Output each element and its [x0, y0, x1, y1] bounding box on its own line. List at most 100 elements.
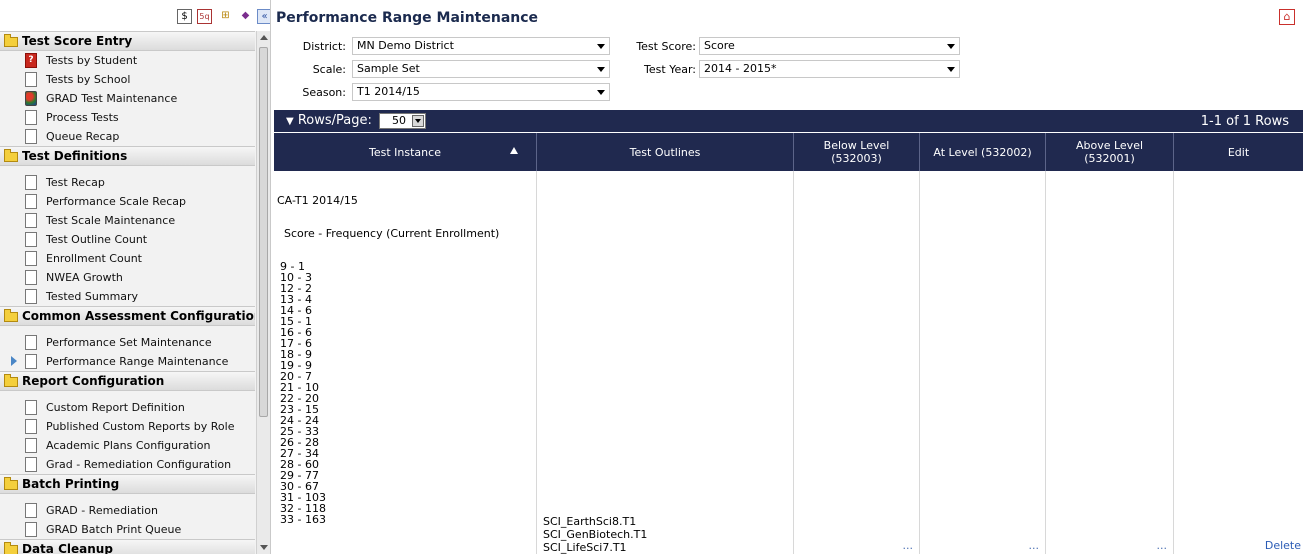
test-outlines-list: SCI_EarthSci8.T1 SCI_GenBiotech.T1 SCI_Lif…	[543, 515, 647, 554]
sidebar-section-data-cleanup[interactable]: Data Cleanup	[0, 539, 255, 554]
scroll-down-icon[interactable]	[260, 545, 268, 550]
sidebar-scrollbar[interactable]	[256, 31, 270, 554]
test-year-value: 2014 - 2015*	[704, 62, 777, 75]
collapse-icon[interactable]: «	[257, 9, 270, 24]
sidebar-item-published-custom-reports[interactable]: Published Custom Reports by Role	[0, 417, 255, 436]
column-header-above-level[interactable]: Above Level (532001)	[1046, 133, 1174, 171]
delete-link[interactable]: Delete	[1265, 539, 1301, 552]
district-label: District:	[302, 40, 346, 53]
filter-icon[interactable]: ▼	[286, 116, 294, 127]
above-level-more-button[interactable]: ...	[1157, 539, 1168, 552]
sidebar-item-tests-by-student[interactable]: ? Tests by Student	[0, 51, 255, 70]
document-icon	[25, 457, 37, 472]
test-score-select[interactable]: Score	[699, 37, 960, 55]
sidebar-item-performance-set-maintenance[interactable]: Performance Set Maintenance	[0, 333, 255, 352]
rows-per-page-select[interactable]: 50	[379, 113, 426, 129]
column-header-at-level[interactable]: At Level (532002)	[920, 133, 1046, 171]
sidebar-item-queue-recap[interactable]: Queue Recap	[0, 127, 255, 146]
sidebar-section-common-assessment-configuration[interactable]: Common Assessment Configuration	[0, 306, 255, 326]
at-level-more-button[interactable]: ...	[1029, 539, 1040, 552]
sidebar-item-tests-by-school[interactable]: Tests by School	[0, 70, 255, 89]
column-header-label: Above Level (532001)	[1075, 139, 1144, 165]
scroll-up-icon[interactable]	[260, 35, 268, 40]
sidebar-item-label: Tests by Student	[46, 54, 138, 67]
district-value: MN Demo District	[357, 39, 454, 52]
data-grid: Test Instance Test Outlines Below Level …	[274, 133, 1303, 554]
column-header-test-instance[interactable]: Test Instance	[274, 133, 537, 171]
cell-test-instance: CA-T1 2014/15 Score - Frequency (Current…	[274, 171, 537, 554]
scrollbar-thumb[interactable]	[259, 47, 268, 417]
sidebar-item-enrollment-count[interactable]: Enrollment Count	[0, 249, 255, 268]
test-outline-item: SCI_EarthSci8.T1	[543, 515, 637, 528]
document-icon	[25, 503, 37, 518]
sidebar-item-custom-report-definition[interactable]: Custom Report Definition	[0, 398, 255, 417]
document-icon	[25, 110, 37, 125]
folder-icon	[4, 542, 18, 554]
pdf-export-icon[interactable]: ⌂	[1279, 9, 1295, 25]
document-icon	[25, 251, 37, 266]
sidebar-item-label: GRAD - Remediation	[46, 504, 158, 517]
column-header-edit: Edit	[1174, 133, 1303, 171]
sidebar-item-test-scale-maintenance[interactable]: Test Scale Maintenance	[0, 211, 255, 230]
score-frequency-heading: Score - Frequency (Current Enrollment)	[277, 227, 500, 240]
below-level-more-button[interactable]: ...	[903, 539, 914, 552]
section-title: Test Score Entry	[22, 34, 133, 48]
database-icon[interactable]: ⊞	[218, 9, 233, 24]
sidebar-item-performance-range-maintenance[interactable]: Performance Range Maintenance	[0, 352, 255, 371]
test-year-label: Test Year:	[644, 63, 696, 76]
sidebar-item-grad-test-maintenance[interactable]: GRAD Test Maintenance	[0, 89, 255, 108]
sidebar-item-process-tests[interactable]: Process Tests	[0, 108, 255, 127]
sidebar-item-academic-plans-configuration[interactable]: Academic Plans Configuration	[0, 436, 255, 455]
sidebar-section-test-definitions[interactable]: Test Definitions	[0, 146, 255, 166]
document-icon	[25, 400, 37, 415]
book-icon[interactable]: ◆	[238, 9, 253, 24]
current-page-arrow-icon	[11, 356, 17, 366]
sidebar-section-report-configuration[interactable]: Report Configuration	[0, 371, 255, 391]
section-title: Test Definitions	[22, 149, 128, 163]
sidebar-item-nwea-growth[interactable]: NWEA Growth	[0, 268, 255, 287]
test-year-select[interactable]: 2014 - 2015*	[699, 60, 960, 78]
column-header-test-outlines[interactable]: Test Outlines	[537, 133, 794, 171]
sidebar-item-test-recap[interactable]: Test Recap	[0, 173, 255, 192]
sidebar-item-label: Test Recap	[46, 176, 105, 189]
folder-icon	[4, 477, 18, 490]
sidebar-item-performance-scale-recap[interactable]: Performance Scale Recap	[0, 192, 255, 211]
column-header-label: Test Instance	[369, 145, 441, 159]
document-icon	[25, 335, 37, 350]
cell-edit: Delete	[1174, 171, 1303, 554]
chevron-down-icon	[597, 67, 605, 72]
season-label: Season:	[302, 86, 346, 99]
sidebar-item-label: Test Scale Maintenance	[46, 214, 176, 227]
sidebar-item-grad-remediation[interactable]: GRAD - Remediation	[0, 501, 255, 520]
sidebar-item-grad-batch-print-queue[interactable]: GRAD Batch Print Queue	[0, 520, 255, 539]
column-header-label: Test Outlines	[629, 145, 701, 159]
section-title: Batch Printing	[22, 477, 120, 491]
sort-ascending-icon[interactable]	[510, 147, 518, 154]
column-header-label: Below Level (532003)	[823, 139, 890, 165]
score-frequency-item: 33 - 163	[280, 513, 326, 526]
main-content: Performance Range Maintenance ⌂ District…	[271, 0, 1303, 554]
sidebar-toolbar: $ 5q ⊞ ◆ «	[0, 0, 270, 31]
district-select[interactable]: MN Demo District	[352, 37, 610, 55]
document-icon	[25, 72, 37, 87]
sidebar-item-grad-remediation-configuration[interactable]: Grad - Remediation Configuration	[0, 455, 255, 474]
scale-select[interactable]: Sample Set	[352, 60, 610, 78]
sidebar-section-test-score-entry[interactable]: Test Score Entry	[0, 31, 255, 51]
folder-icon	[4, 149, 18, 162]
document-icon	[25, 175, 37, 190]
report-icon[interactable]: 5q	[197, 9, 212, 24]
sidebar-item-test-outline-count[interactable]: Test Outline Count	[0, 230, 255, 249]
document-icon	[25, 419, 37, 434]
section-title: Data Cleanup	[22, 542, 113, 554]
column-header-below-level[interactable]: Below Level (532003)	[794, 133, 920, 171]
sidebar-item-label: Tests by School	[46, 73, 131, 86]
help-icon: ?	[25, 53, 37, 68]
column-header-label: At Level (532002)	[933, 145, 1032, 159]
sidebar-item-tested-summary[interactable]: Tested Summary	[0, 287, 255, 306]
sidebar-item-label: Test Outline Count	[46, 233, 148, 246]
grid-toolbar: ▼ Rows/Page: 50 1-1 of 1 Rows	[274, 110, 1303, 132]
season-select[interactable]: T1 2014/15	[352, 83, 610, 101]
cell-below-level: ...	[794, 171, 920, 554]
sidebar-section-batch-printing[interactable]: Batch Printing	[0, 474, 255, 494]
dollar-icon[interactable]: $	[177, 9, 192, 24]
